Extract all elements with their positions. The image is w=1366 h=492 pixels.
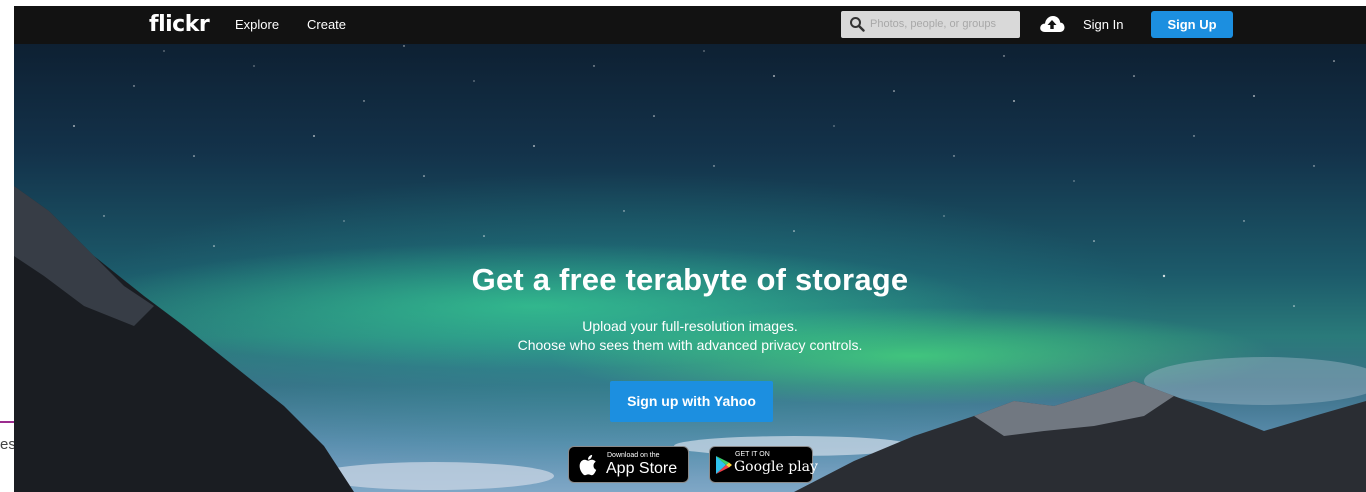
google-play-badge[interactable]: GET IT ON Google play (709, 446, 818, 483)
nav-create-link[interactable]: Create (307, 17, 346, 32)
left-edge-accent-bar (0, 421, 14, 423)
hero-subtext-line-1: Upload your full-resolution images. (582, 318, 798, 334)
nav-explore-link[interactable]: Explore (235, 17, 279, 32)
google-play-icon (716, 456, 732, 474)
hero-headline: Get a free terabyte of storage (471, 262, 909, 297)
sign-in-link[interactable]: Sign In (1083, 17, 1123, 32)
app-store-badge[interactable]: Download on the App Store (568, 446, 689, 483)
search-box[interactable] (841, 11, 1020, 38)
flickr-logo[interactable]: flickr (149, 12, 210, 37)
left-edge-panel: es (0, 0, 14, 492)
app-store-small-text: Download on the (607, 452, 660, 459)
google-play-big-text: Google play (734, 459, 818, 475)
page: es flickr Explore Create Photos, people,… (0, 0, 1366, 492)
left-edge-text-fragment: es (0, 436, 14, 453)
hero-subtext-line-2: Choose who sees them with advanced priva… (517, 337, 863, 353)
sign-up-with-yahoo-button[interactable]: Sign up with Yahoo (610, 381, 773, 422)
apple-icon (579, 454, 597, 476)
sign-up-button[interactable]: Sign Up (1151, 11, 1233, 38)
google-play-small-text: GET IT ON (735, 451, 770, 458)
app-store-big-text: App Store (606, 460, 678, 477)
search-icon (850, 17, 865, 32)
top-navbar: flickr Explore Create Sign In Sign Up (14, 6, 1366, 44)
cloud-upload-icon[interactable] (1039, 14, 1065, 34)
search-input[interactable] (870, 16, 1015, 32)
